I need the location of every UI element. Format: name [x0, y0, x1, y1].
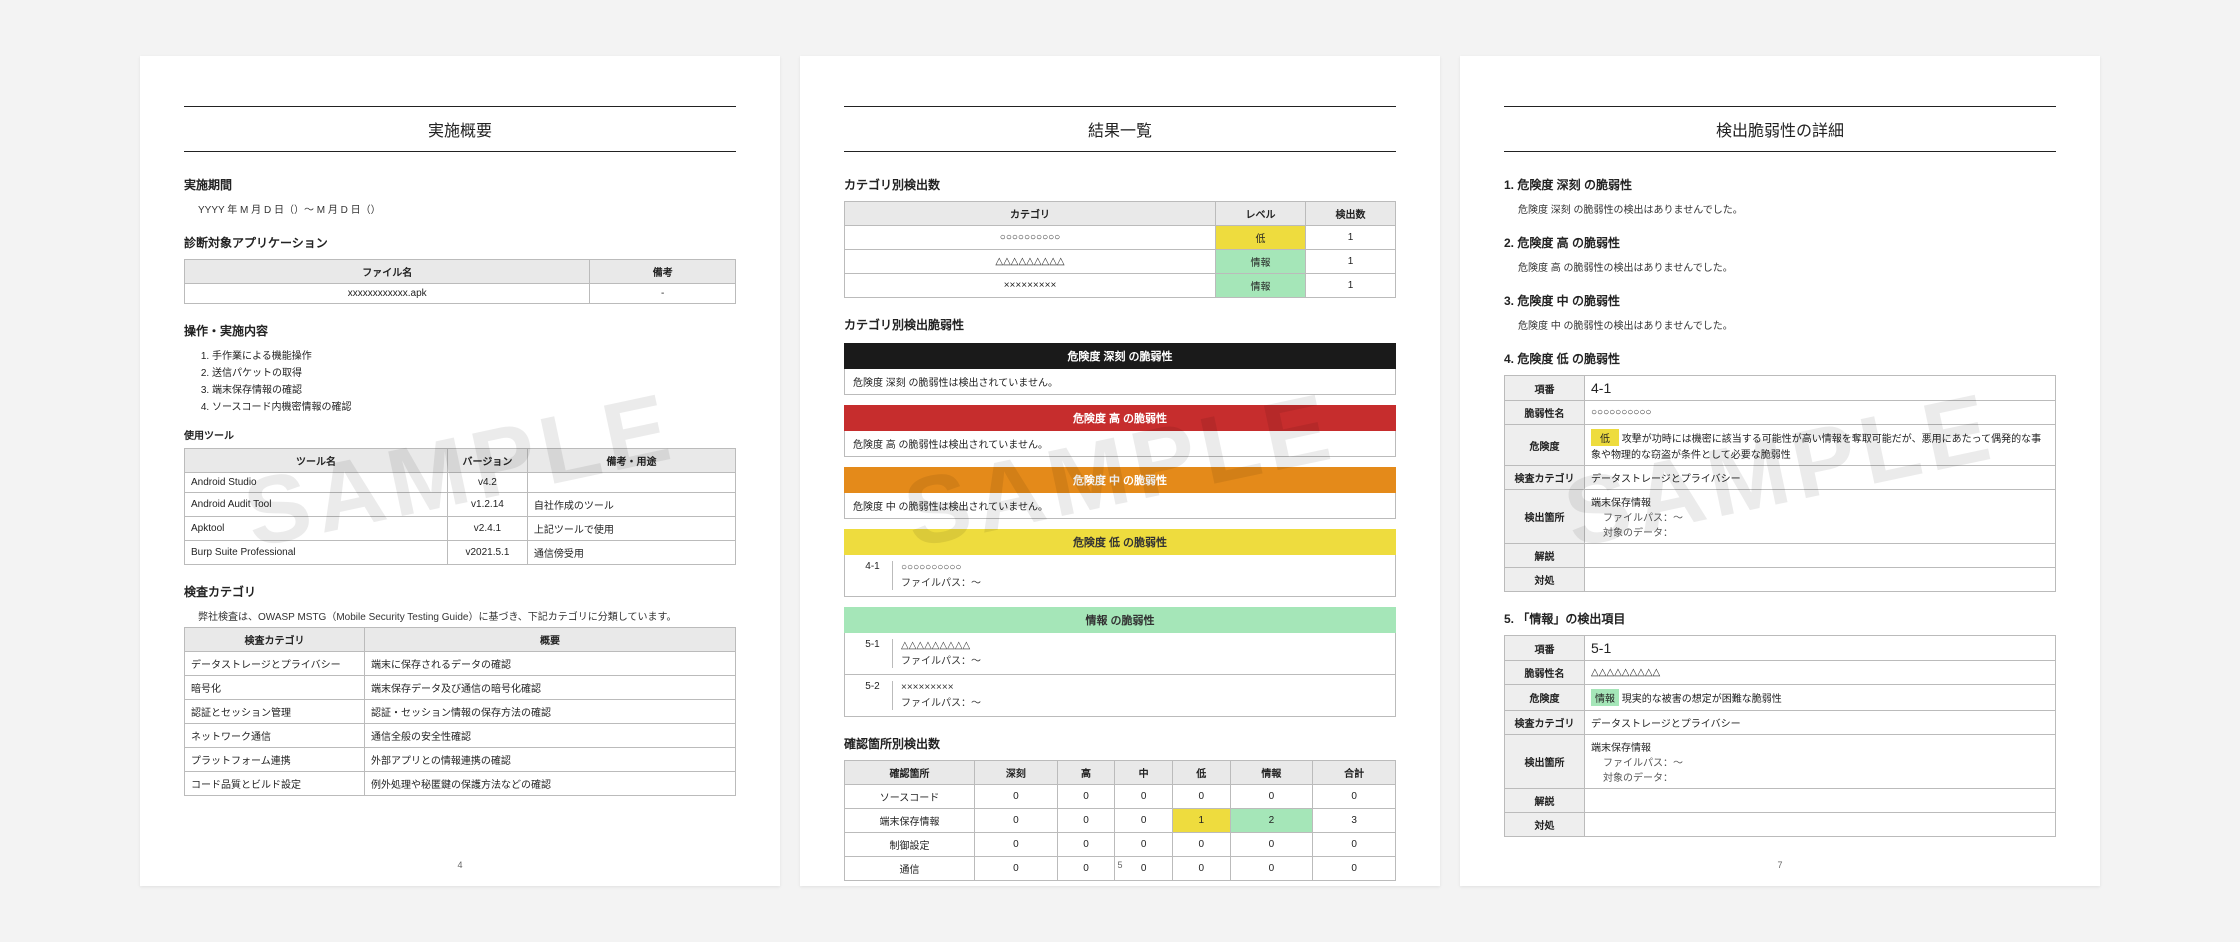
table-row: ○○○○○○○○○○低1 [845, 226, 1396, 250]
ops-list: 手作業による機能操作 送信パケットの取得 端末保存情報の確認 ソースコード内機密… [212, 347, 736, 413]
sev-mid-note: 危険度 中 の脆弱性は検出されていません。 [844, 493, 1396, 519]
sev-critical-note: 危険度 深刻 の脆弱性は検出されていません。 [844, 369, 1396, 395]
section-period: 実施期間 [184, 176, 736, 193]
sec-critical: 1. 危険度 深刻 の脆弱性 [1504, 176, 2056, 193]
table-row: コード品質とビルド設定例外処理や秘匿鍵の保護方法などの確認 [185, 772, 736, 796]
sec-info: 5. 「情報」の検出項目 [1504, 610, 2056, 627]
detail-4-1: 項番4-1 脆弱性名○○○○○○○○○○ 危険度低 攻撃が功時には機密に該当する… [1504, 375, 2056, 592]
page-title: 検出脆弱性の詳細 [1504, 106, 2056, 152]
sev-low-bar: 危険度 低 の脆弱性 [844, 529, 1396, 555]
report-page-5: SAMPLE 結果一覧 カテゴリ別検出数 カテゴリレベル検出数 ○○○○○○○○… [800, 56, 1440, 886]
detail-5-1: 項番5-1 脆弱性名△△△△△△△△△ 危険度情報 現実的な被害の想定が困難な脆… [1504, 635, 2056, 837]
catcount-table: カテゴリレベル検出数 ○○○○○○○○○○低1△△△△△△△△△情報1×××××… [844, 201, 1396, 298]
section-catvuln: カテゴリ別検出脆弱性 [844, 316, 1396, 333]
tool-table: ツール名バージョン備考・用途 Android Studiov4.2Android… [184, 448, 736, 565]
sev-item: 5-2×××××××××ファイルパス：～ [844, 675, 1396, 717]
sev-info-bar: 情報 の脆弱性 [844, 607, 1396, 633]
report-page-4: SAMPLE 実施概要 実施期間 YYYY 年 M 月 D 日（）～ M 月 D… [140, 56, 780, 886]
tool-label: 使用ツール [184, 427, 736, 442]
page-number: 5 [1117, 860, 1122, 870]
section-loc: 確認箇所別検出数 [844, 735, 1396, 752]
sec-low: 4. 危険度 低 の脆弱性 [1504, 350, 2056, 367]
table-row: Burp Suite Professionalv2021.5.1通信傍受用 [185, 541, 736, 565]
table-row: Apktoolv2.4.1上記ツールで使用 [185, 517, 736, 541]
page-number: 7 [1777, 860, 1782, 870]
sev-high-note: 危険度 高 の脆弱性は検出されていません。 [844, 431, 1396, 457]
table-row: △△△△△△△△△情報1 [845, 250, 1396, 274]
section-catcount: カテゴリ別検出数 [844, 176, 1396, 193]
table-row: 暗号化端末保存データ及び通信の暗号化確認 [185, 676, 736, 700]
section-ops: 操作・実施内容 [184, 322, 736, 339]
table-row: 制御設定000000 [845, 833, 1396, 857]
section-app: 診断対象アプリケーション [184, 234, 736, 251]
cat-table: 検査カテゴリ概要 データストレージとプライバシー端末に保存されるデータの確認暗号… [184, 627, 736, 796]
report-page-7: SAMPLE 検出脆弱性の詳細 1. 危険度 深刻 の脆弱性 危険度 深刻 の脆… [1460, 56, 2100, 886]
sec-high: 2. 危険度 高 の脆弱性 [1504, 234, 2056, 251]
sev-mid-bar: 危険度 中 の脆弱性 [844, 467, 1396, 493]
table-row: Android Studiov4.2 [185, 473, 736, 493]
table-row: ソースコード000000 [845, 785, 1396, 809]
table-row: ×××××××××情報1 [845, 274, 1396, 298]
table-row: 認証とセッション管理認証・セッション情報の保存方法の確認 [185, 700, 736, 724]
app-table: ファイル名備考 xxxxxxxxxxxx.apk- [184, 259, 736, 304]
sev-item: 4-1○○○○○○○○○○ファイルパス：～ [844, 555, 1396, 597]
sev-critical-bar: 危険度 深刻 の脆弱性 [844, 343, 1396, 369]
table-row: プラットフォーム連携外部アプリとの情報連携の確認 [185, 748, 736, 772]
page-title: 実施概要 [184, 106, 736, 152]
period-value: YYYY 年 M 月 D 日（）～ M 月 D 日（） [198, 201, 736, 216]
page-title: 結果一覧 [844, 106, 1396, 152]
section-cat: 検査カテゴリ [184, 583, 736, 600]
sec-mid: 3. 危険度 中 の脆弱性 [1504, 292, 2056, 309]
sev-high-bar: 危険度 高 の脆弱性 [844, 405, 1396, 431]
table-row: Android Audit Toolv1.2.14自社作成のツール [185, 493, 736, 517]
table-row: 端末保存情報000123 [845, 809, 1396, 833]
sev-item: 5-1△△△△△△△△△ファイルパス：～ [844, 633, 1396, 675]
page-number: 4 [457, 860, 462, 870]
table-row: ネットワーク通信通信全般の安全性確認 [185, 724, 736, 748]
table-row: データストレージとプライバシー端末に保存されるデータの確認 [185, 652, 736, 676]
cat-intro: 弊社検査は、OWASP MSTG（Mobile Security Testing… [198, 608, 736, 623]
